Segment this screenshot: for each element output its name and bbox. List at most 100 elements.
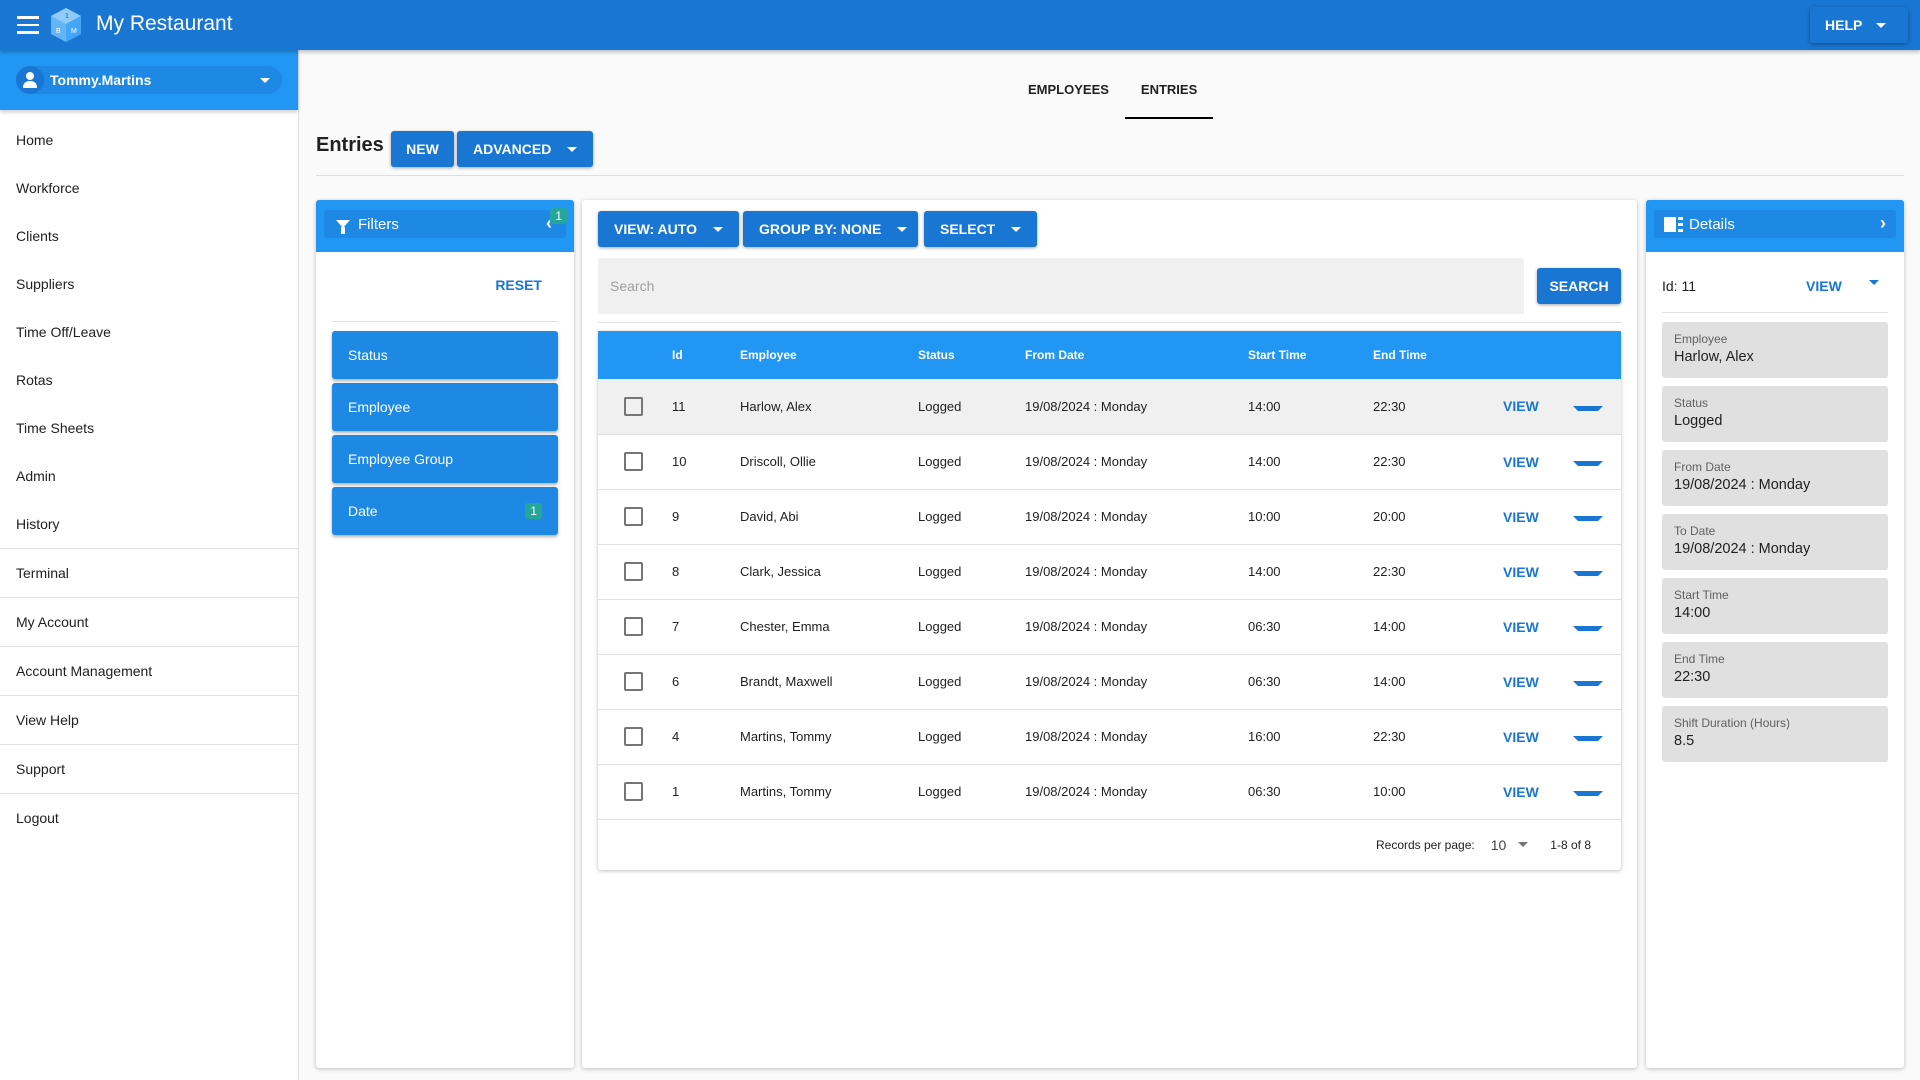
sidebar-item-suppliers[interactable]: Suppliers [0, 260, 298, 308]
filters-toggle[interactable]: Filters ‹ [324, 210, 566, 238]
row-checkbox-cell [598, 654, 672, 710]
svg-text:B: B [56, 28, 61, 35]
row-view-button[interactable]: VIEW [1503, 564, 1539, 580]
details-toggle[interactable]: Details › [1654, 210, 1896, 238]
row-view-button[interactable]: VIEW [1503, 784, 1539, 800]
cell-status: Logged [918, 489, 1025, 545]
nav-list: Home Workforce Clients Suppliers Time Of… [0, 116, 298, 842]
row-checkbox[interactable] [624, 452, 643, 471]
chevron-down-icon[interactable] [1573, 791, 1603, 796]
chevron-down-icon[interactable] [1573, 571, 1603, 576]
table-row[interactable]: 7 Chester, Emma Logged 19/08/2024 : Monday 0… [598, 599, 1621, 655]
table-row[interactable]: 4 Martins, Tommy Logged 19/08/2024 : Monday… [598, 709, 1621, 765]
filter-employee[interactable]: Employee [332, 383, 558, 431]
cell-id: 10 [672, 434, 740, 490]
table-row[interactable]: 9 David, Abi Logged 19/08/2024 : Monday 10:0… [598, 489, 1621, 545]
cell-end-time: 22:30 [1373, 379, 1503, 435]
row-checkbox-cell [598, 379, 672, 435]
sidebar-item-my-account[interactable]: My Account [0, 597, 298, 646]
header-employee[interactable]: Employee [740, 331, 918, 379]
details-view-button[interactable]: VIEW [1806, 278, 1842, 294]
select-button[interactable]: SELECT [924, 211, 1037, 247]
sidebar-item-terminal[interactable]: Terminal [0, 548, 298, 597]
sidebar-item-time-off[interactable]: Time Off/Leave [0, 308, 298, 356]
row-view-button[interactable]: VIEW [1503, 454, 1539, 470]
sidebar-item-support[interactable]: Support [0, 744, 298, 793]
filter-status[interactable]: Status [332, 331, 558, 379]
row-view-button[interactable]: VIEW [1503, 674, 1539, 690]
search-button[interactable]: SEARCH [1537, 268, 1621, 304]
detail-value: 19/08/2024 : Monday [1674, 477, 1811, 493]
cell-view: VIEW [1503, 654, 1573, 710]
row-checkbox[interactable] [624, 562, 643, 581]
cell-menu [1573, 599, 1621, 655]
header-start-time[interactable]: Start Time [1248, 331, 1373, 379]
header-status[interactable]: Status [918, 331, 1025, 379]
row-checkbox[interactable] [624, 617, 643, 636]
table-row[interactable]: 6 Brandt, Maxwell Logged 19/08/2024 : Monda… [598, 654, 1621, 710]
reset-button[interactable]: RESET [495, 277, 542, 293]
sidebar-item-view-help[interactable]: View Help [0, 695, 298, 744]
chevron-down-icon[interactable] [1573, 626, 1603, 631]
row-checkbox[interactable] [624, 727, 643, 746]
view-mode-button[interactable]: VIEW: AUTO [598, 211, 739, 247]
filters-count-badge: 1 [550, 208, 567, 224]
header-end-time[interactable]: End Time [1373, 331, 1503, 379]
table-row[interactable]: 8 Clark, Jessica Logged 19/08/2024 : Monday… [598, 544, 1621, 600]
chevron-down-icon[interactable] [1573, 516, 1603, 521]
records-per-page-select[interactable]: 10 [1491, 837, 1507, 853]
sidebar-item-admin[interactable]: Admin [0, 452, 298, 500]
row-checkbox[interactable] [624, 672, 643, 691]
row-checkbox-cell [598, 489, 672, 545]
row-view-button[interactable]: VIEW [1503, 729, 1539, 745]
tab-employees[interactable]: EMPLOYEES [1012, 70, 1125, 109]
chevron-down-icon [1876, 22, 1887, 28]
header-id[interactable]: Id [672, 331, 740, 379]
sidebar-item-history[interactable]: History [0, 500, 298, 548]
chevron-down-icon[interactable] [1518, 842, 1529, 847]
chevron-down-icon [260, 77, 270, 83]
row-checkbox-cell [598, 434, 672, 490]
table-row[interactable]: 10 Driscoll, Ollie Logged 19/08/2024 : Mond… [598, 434, 1621, 490]
chevron-down-icon[interactable] [1573, 405, 1603, 411]
group-by-button[interactable]: GROUP BY: NONE [743, 211, 918, 247]
menu-icon[interactable] [17, 16, 39, 34]
chevron-down-icon[interactable] [1869, 280, 1879, 285]
search-input[interactable] [598, 258, 1524, 314]
row-view-button[interactable]: VIEW [1503, 509, 1539, 525]
row-view-button[interactable]: VIEW [1503, 398, 1539, 414]
cell-menu [1573, 544, 1621, 600]
chevron-down-icon [1011, 226, 1022, 232]
sidebar-item-home[interactable]: Home [0, 116, 298, 164]
new-button[interactable]: NEW [391, 131, 454, 167]
row-checkbox[interactable] [624, 782, 643, 801]
side-panel-icon [1664, 216, 1683, 232]
cell-start-time: 06:30 [1248, 764, 1373, 820]
sidebar-item-workforce[interactable]: Workforce [0, 164, 298, 212]
tab-entries[interactable]: ENTRIES [1124, 70, 1214, 119]
filter-date[interactable]: Date 1 [332, 487, 558, 535]
cell-employee: Driscoll, Ollie [740, 434, 918, 490]
filter-employee-group[interactable]: Employee Group [332, 435, 558, 483]
chevron-down-icon[interactable] [1573, 736, 1603, 741]
sidebar-item-logout[interactable]: Logout [0, 793, 298, 842]
user-menu-button[interactable]: Tommy.Martins [16, 66, 282, 94]
sidebar-item-account-management[interactable]: Account Management [0, 646, 298, 695]
chevron-down-icon[interactable] [1573, 681, 1603, 686]
row-view-button[interactable]: VIEW [1503, 619, 1539, 635]
row-checkbox[interactable] [624, 507, 643, 526]
detail-label: Employee [1674, 332, 1728, 346]
detail-value: 19/08/2024 : Monday [1674, 541, 1811, 557]
table-row[interactable]: 11 Harlow, Alex Logged 19/08/2024 : Monday 1… [598, 379, 1621, 435]
sidebar-item-clients[interactable]: Clients [0, 212, 298, 260]
table-row[interactable]: 1 Martins, Tommy Logged 19/08/2024 : Monday… [598, 764, 1621, 820]
header-from-date[interactable]: From Date [1025, 331, 1248, 379]
chevron-down-icon[interactable] [1573, 461, 1603, 466]
advanced-button[interactable]: ADVANCED [457, 131, 593, 167]
help-button[interactable]: HELP [1810, 7, 1908, 43]
row-checkbox[interactable] [624, 396, 643, 416]
sidebar-item-time-sheets[interactable]: Time Sheets [0, 404, 298, 452]
detail-label: Status [1674, 396, 1709, 410]
sidebar-item-rotas[interactable]: Rotas [0, 356, 298, 404]
chevron-right-icon[interactable]: › [1880, 213, 1886, 234]
